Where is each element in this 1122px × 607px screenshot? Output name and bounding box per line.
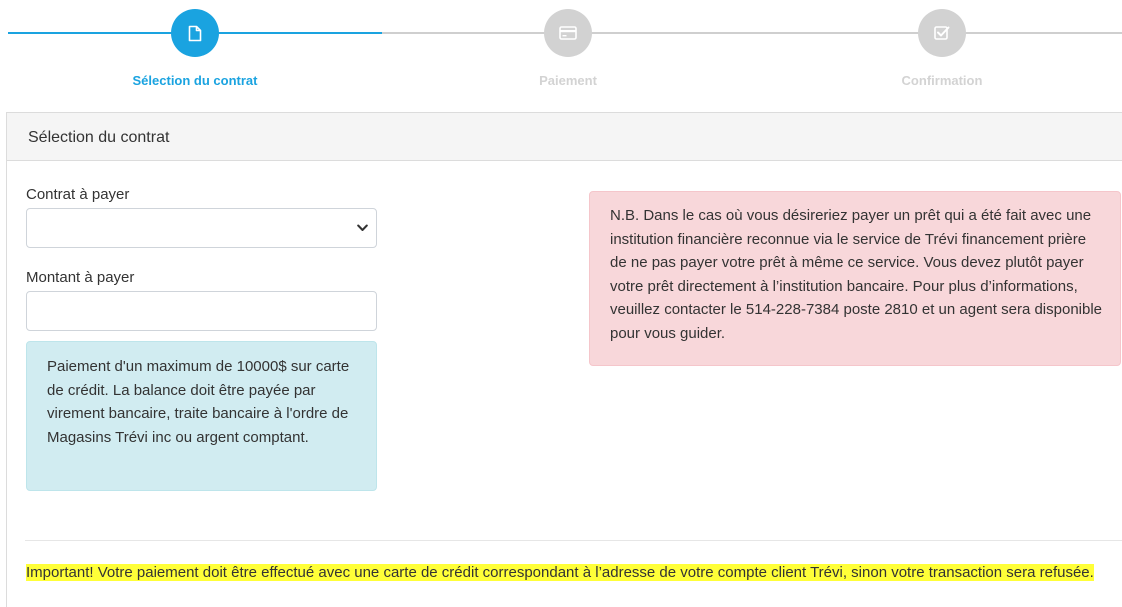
amount-label: Montant à payer bbox=[26, 269, 135, 286]
contract-label: Contrat à payer bbox=[26, 186, 130, 203]
step-payment-circle[interactable] bbox=[544, 9, 592, 57]
loan-warning-alert: N.B. Dans le cas où vous désireriez paye… bbox=[589, 191, 1121, 366]
progress-stepper: Sélection du contrat Paiement Confirmati… bbox=[0, 0, 1122, 112]
amount-input[interactable] bbox=[26, 291, 377, 331]
step-contract-circle[interactable] bbox=[171, 9, 219, 57]
important-notice-text: Important! Votre paiement doit être effe… bbox=[26, 564, 1094, 581]
panel-heading: Sélection du contrat bbox=[7, 113, 1122, 161]
credit-limit-info-alert: Paiement d'un maximum de 10000$ sur cart… bbox=[26, 341, 377, 491]
document-icon bbox=[188, 25, 202, 41]
credit-card-icon bbox=[559, 26, 577, 40]
step-confirmation-label[interactable]: Confirmation bbox=[842, 73, 1042, 88]
step-confirmation-circle[interactable] bbox=[918, 9, 966, 57]
divider bbox=[25, 540, 1122, 541]
important-notice: Important! Votre paiement doit être effe… bbox=[26, 561, 1116, 584]
contract-select[interactable] bbox=[26, 208, 377, 248]
checkbox-icon bbox=[934, 26, 950, 40]
step-payment-label[interactable]: Paiement bbox=[468, 73, 668, 88]
stepper-line-pending bbox=[382, 32, 1122, 34]
step-contract-label[interactable]: Sélection du contrat bbox=[95, 73, 295, 88]
chevron-down-icon bbox=[357, 224, 368, 231]
